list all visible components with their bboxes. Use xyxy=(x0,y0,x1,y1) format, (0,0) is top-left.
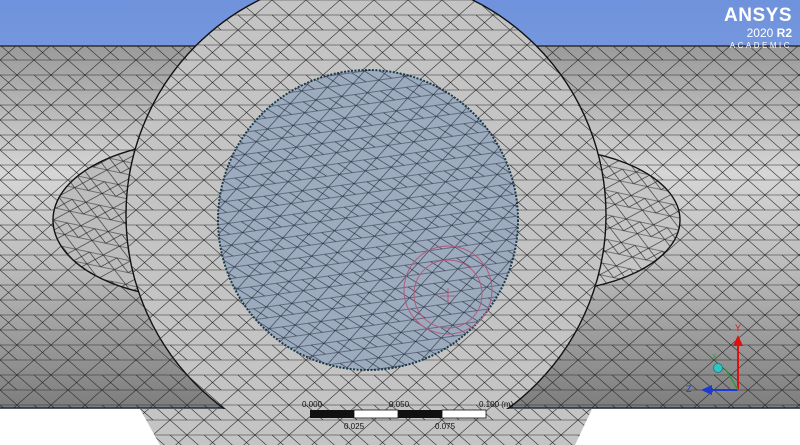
scale-label-3: 0.075 xyxy=(435,422,456,431)
brand-name: ANSYS xyxy=(724,5,792,26)
brand-version-release: R2 xyxy=(776,26,792,40)
triad-x-label: X xyxy=(712,354,717,361)
mesh-scene[interactable] xyxy=(0,0,800,445)
triad-origin-sphere[interactable] xyxy=(713,363,723,373)
scale-label-0: 0.000 xyxy=(302,400,323,409)
triad-y-label: Y xyxy=(735,323,742,333)
scale-label-4: 0.100 (m) xyxy=(479,400,514,409)
scale-seg-4 xyxy=(441,409,487,419)
scale-label-2: 0.050 xyxy=(389,400,410,409)
brand-version-year: 2020 xyxy=(746,26,774,40)
brand-edition: ACADEMIC xyxy=(729,41,792,50)
brand-version: 2020 R2 xyxy=(724,26,792,40)
scale-seg-2 xyxy=(353,409,399,419)
graphics-viewport[interactable]: ANSYS 2020 R2 ACADEMIC 0.000 0.025 0.050… xyxy=(0,0,800,445)
scale-bar xyxy=(310,409,487,419)
scale-seg-3 xyxy=(398,410,442,418)
selected-face-mesh xyxy=(218,70,518,370)
scale-label-1: 0.025 xyxy=(344,422,365,431)
ansys-branding: ANSYS 2020 R2 ACADEMIC xyxy=(724,6,792,51)
triad-z-label: Z xyxy=(686,384,692,394)
scale-seg-1 xyxy=(310,410,354,418)
